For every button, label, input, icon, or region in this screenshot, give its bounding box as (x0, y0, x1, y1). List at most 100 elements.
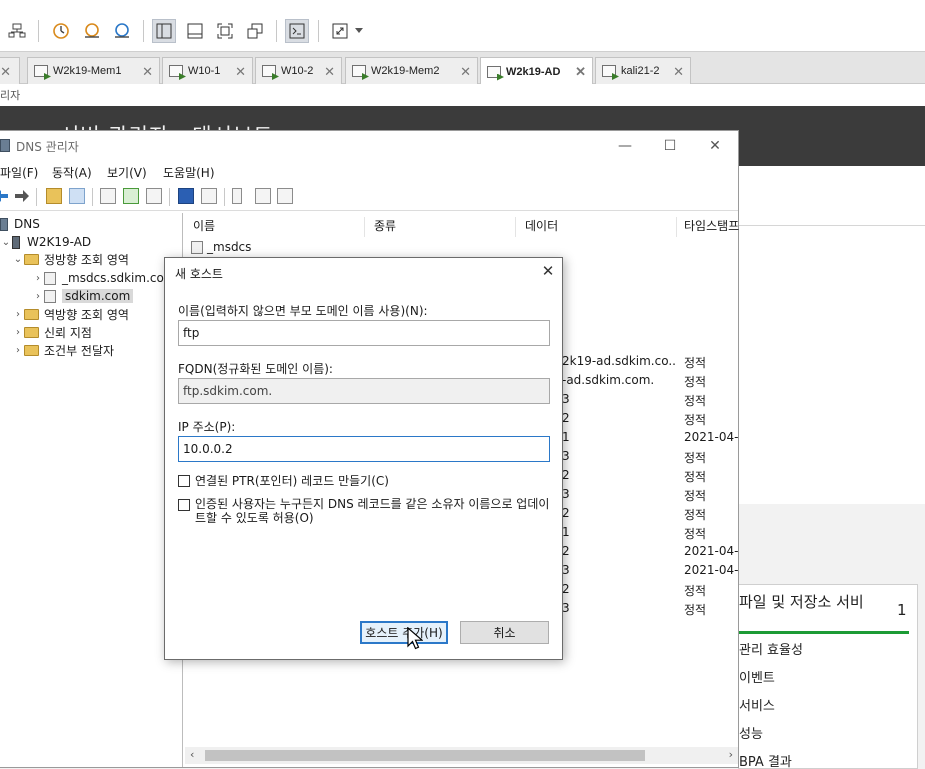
menu-view[interactable]: 보기(V) (107, 164, 147, 181)
vmware-toolbar (0, 0, 925, 52)
list-item[interactable]: _msdcs (191, 240, 251, 254)
record-timestamp-cell: 정적 (684, 356, 707, 370)
properties-icon[interactable] (100, 188, 116, 204)
folder-icon (24, 308, 39, 320)
chevron-right-icon[interactable]: › (729, 748, 733, 761)
full-screen-icon[interactable] (213, 19, 237, 43)
menu-action[interactable]: 동작(A) (52, 164, 92, 181)
column-header-name[interactable]: 이름 (185, 217, 365, 237)
console-view-icon[interactable] (285, 19, 309, 43)
name-field[interactable] (178, 320, 550, 346)
tile-row-services[interactable]: 서비스 (739, 695, 775, 714)
tree-item-trust-points[interactable]: › 신뢰 지점 (12, 323, 92, 341)
server-icon[interactable] (232, 188, 242, 204)
record-data-cell: 3 (562, 449, 570, 463)
tile-row-performance[interactable]: 성능 (739, 723, 763, 742)
menu-bar: 파일(F) 동작(A) 보기(V) 도움말(H) (0, 161, 738, 183)
close-icon[interactable]: ✕ (695, 135, 735, 157)
up-folder-icon[interactable] (46, 188, 62, 204)
zone-icon (44, 289, 56, 303)
tile-row-bpa-results[interactable]: BPA 결과 (739, 751, 792, 769)
ip-address-field[interactable] (178, 436, 550, 462)
horizontal-scrollbar[interactable]: ‹ › (185, 747, 738, 764)
tile-row-manageability[interactable]: 관리 효율성 (739, 639, 803, 658)
record-list-icon[interactable] (255, 188, 271, 204)
chevron-down-icon[interactable]: ⌄ (12, 254, 24, 265)
record-copy-icon[interactable] (277, 188, 293, 204)
column-header-type[interactable]: 종류 (366, 217, 516, 237)
tile-row-events[interactable]: 이벤트 (739, 667, 775, 686)
folder-icon (24, 326, 39, 338)
stretch-guest-icon[interactable] (328, 19, 352, 43)
show-hide-tree-icon[interactable] (69, 188, 85, 204)
unity-mode-icon[interactable] (243, 19, 267, 43)
revert-snapshot-icon[interactable] (80, 19, 104, 43)
chevron-left-icon[interactable]: ‹ (190, 748, 194, 761)
vm-tab-w2k19-ad[interactable]: W2k19-AD ✕ (480, 57, 593, 85)
snapshot-icon[interactable] (49, 19, 73, 43)
menu-help[interactable]: 도움말(H) (163, 164, 215, 181)
tree-item-conditional-forwarders[interactable]: › 조건부 전달자 (12, 341, 114, 359)
dns-icon (0, 217, 8, 231)
vm-tab-w2k19-mem2[interactable]: W2k19-Mem2 ✕ (345, 57, 478, 84)
network-icon[interactable] (5, 19, 29, 43)
close-icon[interactable]: ✕ (538, 262, 558, 282)
scrollbar-thumb[interactable] (205, 750, 645, 761)
tree-item-sdkim-zone[interactable]: › sdkim.com (32, 287, 134, 305)
folder-icon (24, 253, 39, 265)
tree-item-server[interactable]: ⌄ W2K19-AD (0, 233, 91, 251)
vm-icon (262, 65, 276, 77)
auth-update-checkbox-label[interactable]: 인증된 사용자는 누구든지 DNS 레코드를 같은 소유자 이름으로 업데이트할… (195, 497, 553, 525)
dialog-title: 새 호스트 (175, 267, 223, 281)
maximize-icon[interactable]: ☐ (650, 135, 690, 157)
close-icon[interactable]: ✕ (460, 64, 471, 80)
chevron-right-icon[interactable]: › (12, 309, 24, 320)
vm-tab-w2k19-mem1[interactable]: W2k19-Mem1 ✕ (27, 57, 160, 84)
forward-arrow-icon[interactable] (14, 189, 30, 203)
ptr-record-checkbox[interactable] (178, 475, 190, 487)
chevron-right-icon[interactable]: › (12, 345, 24, 356)
chevron-down-icon[interactable]: ⌄ (0, 237, 12, 248)
file-storage-services-tile[interactable]: 파일 및 저장소 서비 1 관리 효율성 이벤트 서비스 성능 BPA 결과 (738, 584, 918, 769)
auth-update-checkbox[interactable] (178, 499, 190, 511)
close-icon[interactable]: ✕ (575, 64, 586, 80)
export-list-icon[interactable] (146, 188, 162, 204)
add-host-button[interactable]: 호스트 추가(H) (360, 621, 448, 644)
record-timestamp-cell: 정적 (684, 394, 707, 408)
chevron-right-icon[interactable]: › (32, 291, 44, 302)
chevron-right-icon[interactable]: › (32, 273, 44, 284)
record-timestamp-cell: 정적 (684, 527, 707, 541)
toolbar-separator (318, 20, 319, 42)
close-icon[interactable]: ✕ (142, 64, 153, 80)
tree-item-dns[interactable]: DNS (0, 215, 40, 233)
close-icon[interactable]: ✕ (235, 64, 246, 80)
tree-item-msdcs-zone[interactable]: › _msdcs.sdkim.com (32, 269, 176, 287)
dns-titlebar[interactable]: DNS 관리자 — ☐ ✕ (0, 131, 738, 161)
tree-item-reverse-zones[interactable]: › 역방향 조회 영역 (12, 305, 129, 323)
vm-tab-partial[interactable]: ✕ (0, 57, 20, 84)
column-header-data[interactable]: 데이터 (517, 217, 677, 237)
cancel-button[interactable]: 취소 (460, 621, 549, 644)
thumbnail-bar-icon[interactable] (183, 19, 207, 43)
vm-tab-w10-2[interactable]: W10-2 ✕ (255, 57, 342, 84)
menu-file[interactable]: 파일(F) (0, 164, 38, 181)
action-pane-icon[interactable] (201, 188, 217, 204)
close-icon[interactable]: ✕ (324, 64, 335, 80)
minimize-icon[interactable]: — (605, 135, 645, 157)
refresh-icon[interactable] (123, 188, 139, 204)
chevron-down-icon[interactable] (352, 19, 366, 43)
close-icon[interactable]: ✕ (673, 64, 684, 80)
column-header-timestamp[interactable]: 타임스탬프 (676, 217, 746, 237)
back-arrow-icon[interactable] (0, 189, 10, 203)
vm-tab-kali21-2[interactable]: kali21-2 ✕ (595, 57, 691, 84)
close-icon[interactable]: ✕ (0, 64, 11, 80)
tree-item-forward-zones[interactable]: ⌄ 정방향 조회 영역 (12, 250, 129, 268)
snapshot-manager-icon[interactable] (110, 19, 134, 43)
library-view-icon[interactable] (152, 19, 176, 43)
vm-icon (34, 65, 48, 77)
help-icon[interactable] (178, 188, 194, 204)
record-data-cell: 2k19-ad.sdkim.co... (562, 354, 675, 368)
chevron-right-icon[interactable]: › (12, 327, 24, 338)
vm-tab-w10-1[interactable]: W10-1 ✕ (162, 57, 253, 84)
ptr-record-checkbox-label[interactable]: 연결된 PTR(포인터) 레코드 만들기(C) (195, 474, 389, 488)
